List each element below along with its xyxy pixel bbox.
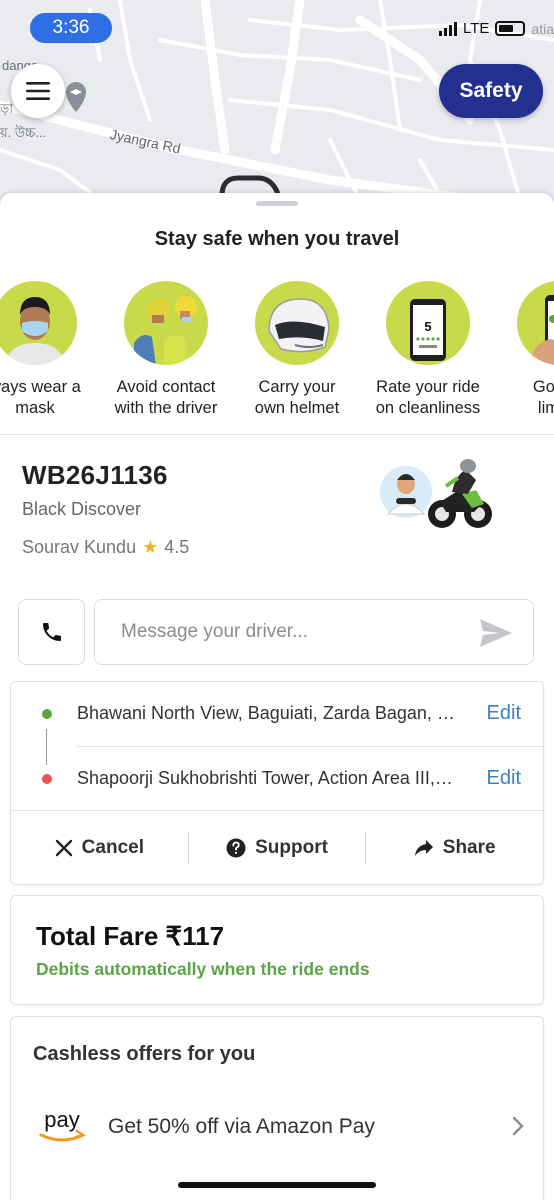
menu-button[interactable] xyxy=(11,64,65,118)
edit-drop-button[interactable]: Edit xyxy=(487,767,521,790)
riders-icon xyxy=(124,281,208,365)
close-icon xyxy=(55,839,72,857)
message-box[interactable] xyxy=(94,599,534,665)
vehicle-plate: WB26J1136 xyxy=(22,460,168,490)
fare-note: Debits automatically when the ride ends xyxy=(36,959,370,979)
amazon-pay-offer[interactable]: pay Get 50% off via Amazon Pay xyxy=(11,1103,543,1153)
fare-card: Total Fare ₹117 Debits automatically whe… xyxy=(10,895,544,1005)
battery-icon xyxy=(495,21,526,36)
cancel-button[interactable]: Cancel xyxy=(11,837,188,859)
safety-tips-carousel[interactable]: ways wear amask Avoi xyxy=(0,281,554,421)
share-label: Share xyxy=(442,837,496,858)
help-icon xyxy=(226,838,246,858)
call-driver-button[interactable] xyxy=(18,599,85,665)
safety-title: Stay safe when you travel xyxy=(154,228,400,250)
amazon-pay-logo: pay xyxy=(39,1107,86,1142)
tip-caption: Go caslimit c xyxy=(532,378,554,417)
drop-dot-icon xyxy=(42,774,52,784)
pickup-dot-icon xyxy=(42,709,52,719)
total-fare: Total Fare ₹117 xyxy=(36,921,225,951)
map-place-label: য়. উচ্চ... xyxy=(0,125,47,140)
drop-row[interactable]: Shapoorji Sukhobrishti Tower, Action Are… xyxy=(11,747,543,811)
offers-card: Cashless offers for you pay Get 50% off … xyxy=(10,1016,544,1200)
tip-caption: Carry your own helmet xyxy=(254,378,340,417)
share-button[interactable]: Share xyxy=(366,837,543,859)
support-label: Support xyxy=(255,837,328,858)
tip-caption: Rate your ride on cleanliness xyxy=(375,378,481,417)
pickup-row[interactable]: Bhawani North View, Baguiati, Zarda Baga… xyxy=(11,682,543,746)
star-icon: ★ xyxy=(142,537,159,557)
offer-label: Get 50% off via Amazon Pay xyxy=(108,1115,375,1138)
drop-address: Shapoorji Sukhobrishti Tower, Action Are… xyxy=(77,768,457,788)
mask-person-icon xyxy=(0,281,77,365)
phone-rating-icon: 5 xyxy=(386,281,470,365)
driver-rating: 4.5 xyxy=(164,537,190,557)
driver-bike-illustration xyxy=(378,458,498,533)
sheet-drag-handle[interactable] xyxy=(256,201,298,206)
pickup-address: Bhawani North View, Baguiati, Zarda Baga… xyxy=(77,703,457,723)
safety-tip[interactable]: Carry your own helmet xyxy=(232,281,362,419)
section-divider xyxy=(0,434,554,435)
share-icon xyxy=(414,840,433,856)
safety-button[interactable]: Safety xyxy=(439,64,543,118)
carrier-label: atia xyxy=(531,20,554,37)
status-time: 3:36 xyxy=(30,13,112,43)
phone-icon xyxy=(42,623,61,641)
safety-tip[interactable]: ways wear amask xyxy=(0,281,100,419)
helmet-icon xyxy=(255,281,339,365)
home-indicator[interactable] xyxy=(178,1182,376,1188)
ride-sheet: Stay safe when you travel ways wear amas… xyxy=(0,193,554,1200)
route-card: Bhawani North View, Baguiati, Zarda Baga… xyxy=(10,681,544,885)
edit-pickup-button[interactable]: Edit xyxy=(487,702,521,725)
ride-actions: Cancel Support Share xyxy=(11,811,543,885)
send-icon[interactable] xyxy=(479,618,513,648)
driver-info: Sourav Kundu ★ 4.5 xyxy=(22,537,189,558)
signal-icon xyxy=(439,21,458,36)
hamburger-icon xyxy=(26,82,50,100)
driver-name: Sourav Kundu xyxy=(22,537,137,557)
vehicle-model: Black Discover xyxy=(22,499,142,519)
network-label: LTE xyxy=(463,20,490,37)
tip-caption: ways wear amask xyxy=(0,378,81,417)
svg-text:5: 5 xyxy=(424,319,431,334)
chevron-right-icon xyxy=(512,1116,524,1136)
status-icons: LTE atia xyxy=(439,20,554,37)
support-button[interactable]: Support xyxy=(189,837,366,859)
screen: danga ড়া য়. উচ্চ... Jyangra Rd 3:36 LT… xyxy=(0,0,554,1200)
offers-title: Cashless offers for you xyxy=(33,1043,256,1065)
svg-text:pay: pay xyxy=(44,1107,79,1132)
safety-tip[interactable]: Avoid contact with the driver xyxy=(101,281,231,419)
map-place-label: ড়া xyxy=(0,101,14,116)
cancel-label: Cancel xyxy=(81,837,144,858)
tip-caption: Avoid contact with the driver xyxy=(114,378,218,417)
phone-hand-icon xyxy=(517,281,554,365)
safety-tip[interactable]: Go caslimit c xyxy=(494,281,554,419)
safety-tip[interactable]: 5 Rate your ride on cleanliness xyxy=(363,281,493,419)
message-input[interactable] xyxy=(121,600,461,664)
